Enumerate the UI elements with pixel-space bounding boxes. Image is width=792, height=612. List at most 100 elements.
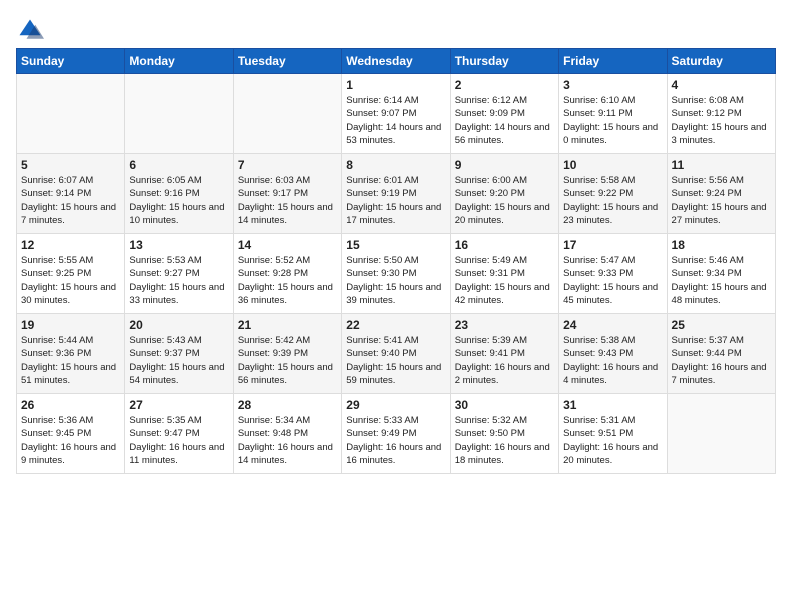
cell-content: Sunrise: 6:05 AM (129, 174, 228, 187)
day-number: 13 (129, 238, 228, 252)
cell-content: Sunrise: 6:12 AM (455, 94, 554, 107)
day-number: 20 (129, 318, 228, 332)
day-number: 30 (455, 398, 554, 412)
cell-content: Sunrise: 5:58 AM (563, 174, 662, 187)
calendar-cell: 19Sunrise: 5:44 AMSunset: 9:36 PMDayligh… (17, 314, 125, 394)
cell-content: Daylight: 16 hours and 4 minutes. (563, 361, 662, 388)
cell-content: Sunset: 9:43 PM (563, 347, 662, 360)
cell-content: Sunrise: 5:46 AM (672, 254, 771, 267)
day-number: 16 (455, 238, 554, 252)
day-number: 26 (21, 398, 120, 412)
day-number: 9 (455, 158, 554, 172)
day-number: 23 (455, 318, 554, 332)
calendar-cell: 10Sunrise: 5:58 AMSunset: 9:22 PMDayligh… (559, 154, 667, 234)
calendar-cell: 5Sunrise: 6:07 AMSunset: 9:14 PMDaylight… (17, 154, 125, 234)
day-number: 5 (21, 158, 120, 172)
cell-content: Sunset: 9:50 PM (455, 427, 554, 440)
day-number: 31 (563, 398, 662, 412)
day-number: 18 (672, 238, 771, 252)
cell-content: Daylight: 15 hours and 3 minutes. (672, 121, 771, 148)
cell-content: Sunrise: 6:10 AM (563, 94, 662, 107)
cell-content: Sunset: 9:22 PM (563, 187, 662, 200)
cell-content: Sunrise: 5:37 AM (672, 334, 771, 347)
calendar-cell (233, 74, 341, 154)
cell-content: Daylight: 16 hours and 16 minutes. (346, 441, 445, 468)
cell-content: Daylight: 14 hours and 56 minutes. (455, 121, 554, 148)
cell-content: Sunset: 9:17 PM (238, 187, 337, 200)
header-day: Saturday (667, 49, 775, 74)
cell-content: Sunset: 9:11 PM (563, 107, 662, 120)
calendar-cell: 24Sunrise: 5:38 AMSunset: 9:43 PMDayligh… (559, 314, 667, 394)
day-number: 21 (238, 318, 337, 332)
cell-content: Sunrise: 5:33 AM (346, 414, 445, 427)
cell-content: Sunset: 9:37 PM (129, 347, 228, 360)
cell-content: Daylight: 15 hours and 10 minutes. (129, 201, 228, 228)
cell-content: Sunrise: 5:38 AM (563, 334, 662, 347)
cell-content: Daylight: 15 hours and 36 minutes. (238, 281, 337, 308)
page-header (16, 16, 776, 44)
calendar-cell: 1Sunrise: 6:14 AMSunset: 9:07 PMDaylight… (342, 74, 450, 154)
day-number: 7 (238, 158, 337, 172)
cell-content: Sunrise: 5:47 AM (563, 254, 662, 267)
logo (16, 16, 48, 44)
cell-content: Sunset: 9:36 PM (21, 347, 120, 360)
cell-content: Daylight: 16 hours and 7 minutes. (672, 361, 771, 388)
header-day: Friday (559, 49, 667, 74)
cell-content: Sunset: 9:39 PM (238, 347, 337, 360)
calendar-table: SundayMondayTuesdayWednesdayThursdayFrid… (16, 48, 776, 474)
cell-content: Sunset: 9:40 PM (346, 347, 445, 360)
cell-content: Sunrise: 5:31 AM (563, 414, 662, 427)
day-number: 11 (672, 158, 771, 172)
calendar-cell: 12Sunrise: 5:55 AMSunset: 9:25 PMDayligh… (17, 234, 125, 314)
calendar-week-row: 5Sunrise: 6:07 AMSunset: 9:14 PMDaylight… (17, 154, 776, 234)
day-number: 14 (238, 238, 337, 252)
cell-content: Daylight: 16 hours and 18 minutes. (455, 441, 554, 468)
cell-content: Sunset: 9:31 PM (455, 267, 554, 280)
cell-content: Sunrise: 5:43 AM (129, 334, 228, 347)
calendar-cell: 25Sunrise: 5:37 AMSunset: 9:44 PMDayligh… (667, 314, 775, 394)
cell-content: Sunset: 9:30 PM (346, 267, 445, 280)
day-number: 2 (455, 78, 554, 92)
cell-content: Sunset: 9:24 PM (672, 187, 771, 200)
header-day: Tuesday (233, 49, 341, 74)
calendar-cell: 13Sunrise: 5:53 AMSunset: 9:27 PMDayligh… (125, 234, 233, 314)
calendar-week-row: 26Sunrise: 5:36 AMSunset: 9:45 PMDayligh… (17, 394, 776, 474)
calendar-cell: 9 Sunrise: 6:00 AMSunset: 9:20 PMDaylight… (450, 154, 558, 234)
cell-content: Sunset: 9:19 PM (346, 187, 445, 200)
cell-content: Daylight: 16 hours and 20 minutes. (563, 441, 662, 468)
cell-content: Sunrise: 6:00 AM (455, 174, 554, 187)
cell-content: Sunset: 9:25 PM (21, 267, 120, 280)
day-number: 8 (346, 158, 445, 172)
cell-content: Sunrise: 5:42 AM (238, 334, 337, 347)
day-number: 22 (346, 318, 445, 332)
calendar-cell: 3Sunrise: 6:10 AMSunset: 9:11 PMDaylight… (559, 74, 667, 154)
calendar-cell (17, 74, 125, 154)
calendar-cell: 31Sunrise: 5:31 AMSunset: 9:51 PMDayligh… (559, 394, 667, 474)
header-day: Thursday (450, 49, 558, 74)
day-number: 25 (672, 318, 771, 332)
cell-content: Daylight: 16 hours and 14 minutes. (238, 441, 337, 468)
calendar-cell: 15Sunrise: 5:50 AMSunset: 9:30 PMDayligh… (342, 234, 450, 314)
calendar-cell (667, 394, 775, 474)
calendar-cell: 21Sunrise: 5:42 AMSunset: 9:39 PMDayligh… (233, 314, 341, 394)
cell-content: Daylight: 16 hours and 2 minutes. (455, 361, 554, 388)
calendar-header: SundayMondayTuesdayWednesdayThursdayFrid… (17, 49, 776, 74)
day-number: 3 (563, 78, 662, 92)
calendar-cell: 17Sunrise: 5:47 AMSunset: 9:33 PMDayligh… (559, 234, 667, 314)
calendar-cell: 27Sunrise: 5:35 AMSunset: 9:47 PMDayligh… (125, 394, 233, 474)
calendar-cell: 28Sunrise: 5:34 AMSunset: 9:48 PMDayligh… (233, 394, 341, 474)
cell-content: Daylight: 15 hours and 14 minutes. (238, 201, 337, 228)
cell-content: Daylight: 15 hours and 20 minutes. (455, 201, 554, 228)
cell-content: Sunrise: 5:53 AM (129, 254, 228, 267)
day-number: 17 (563, 238, 662, 252)
cell-content: Sunset: 9:20 PM (455, 187, 554, 200)
cell-content: Daylight: 14 hours and 53 minutes. (346, 121, 445, 148)
cell-content: Sunrise: 6:07 AM (21, 174, 120, 187)
calendar-cell: 30Sunrise: 5:32 AMSunset: 9:50 PMDayligh… (450, 394, 558, 474)
calendar-cell: 7Sunrise: 6:03 AMSunset: 9:17 PMDaylight… (233, 154, 341, 234)
cell-content: Daylight: 15 hours and 42 minutes. (455, 281, 554, 308)
cell-content: Daylight: 16 hours and 9 minutes. (21, 441, 120, 468)
calendar-cell (125, 74, 233, 154)
cell-content: Daylight: 15 hours and 48 minutes. (672, 281, 771, 308)
cell-content: Sunrise: 5:56 AM (672, 174, 771, 187)
